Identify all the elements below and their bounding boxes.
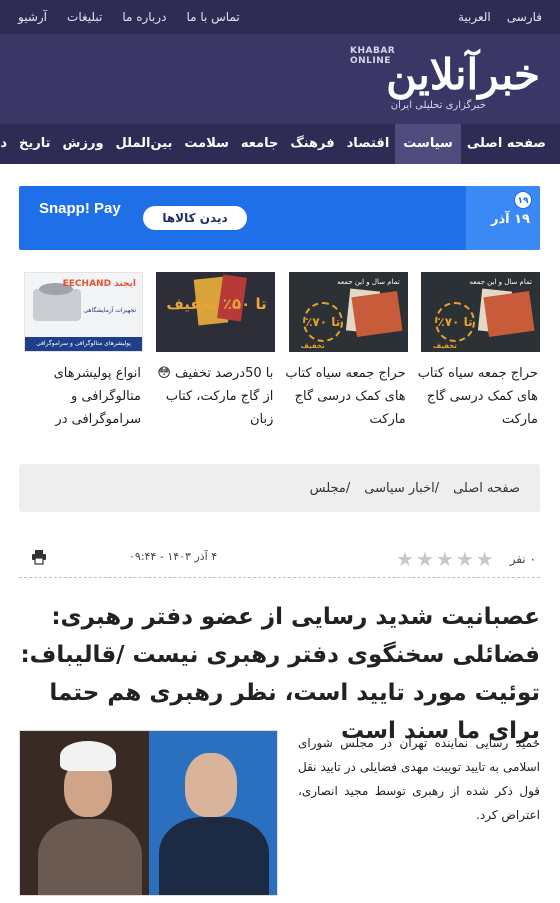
figure-head [184,753,237,817]
book-cover [351,290,403,338]
ad-thumbnail: تمام سال و این جمعه تا ۷۰٪ تخفیف [288,272,408,352]
ad-banner-snapppay[interactable]: ۱۹ ۱۹ آذر دیدن کالاها Snapp! Pay [19,186,540,250]
nav-politics[interactable]: سیاست [395,124,461,164]
top-links: تماس با ما درباره ما تبلیغات آرشیو [18,10,240,24]
ad-card[interactable]: تمام سال و این جمعه تا ۷۰٪ تخفیف حراج جم… [284,272,408,431]
banner-date-box: ۱۹ ۱۹ آذر [466,186,540,250]
nav-sport[interactable]: ورزش [57,124,110,164]
banner-cta-button[interactable]: دیدن کالاها [143,206,247,230]
breadcrumb-home[interactable]: صفحه اصلی [453,481,520,496]
article-lead: حمید رسایی نماینده تهران در مجلس شورای ا… [298,736,540,822]
nav-international[interactable]: بین‌الملل [110,124,179,164]
nav-economy[interactable]: اقتصاد [341,124,396,164]
lang-farsi-link[interactable]: فارسی [507,10,542,24]
ad-thumbnail: ایجند EECHAND تجهیزات آزمایشگاهی پولیشره… [24,272,144,352]
article-headline: عصبانیت شدید رسایی از عضو دفتر رهبری: فض… [20,604,540,744]
figure-body [38,819,142,895]
nav-culture[interactable]: فرهنگ [284,124,340,164]
breadcrumb: صفحه اصلی /اخبار سیاسی /مجلس [19,464,540,512]
ad-thumb-subtitle: تجهیزات آزمایشگاهی [83,307,137,314]
nav-home[interactable]: صفحه اصلی [461,124,552,164]
language-switcher: فارسی العربية [458,10,542,24]
lang-arabic-link[interactable]: العربية [458,10,491,24]
discount-label: تخفیف [300,342,325,350]
nav-society[interactable]: جامعه [235,124,285,164]
article-meta: ۰ نفر ★★★★★ ۴ آذر ۱۴۰۳ - ۰۹:۴۴ [19,540,540,578]
discount-stamp: تا ۷۰٪ [435,302,475,342]
discount-stamp: تا ۵۰٪ تخفیف [166,295,267,313]
sponsored-ads-row: تمام سال و این جمعه تا ۷۰٪ تخفیف حراج جم… [19,272,540,431]
ad-thumb-bar: پولیشرهای متالوگرافی و سراموگرافی [25,337,143,351]
rating-stars[interactable]: ★★★★★ [396,547,496,571]
publish-date: ۴ آذر ۱۴۰۳ - ۰۹:۴۴ [129,550,218,563]
ad-card[interactable]: ایجند EECHAND تجهیزات آزمایشگاهی پولیشره… [19,272,144,431]
figure-body [158,817,269,895]
banner-date-badge: ۱۹ [514,191,532,209]
contact-link[interactable]: تماس با ما [186,10,239,24]
ad-thumb-brand: ایجند EECHAND [62,279,137,289]
ad-title[interactable]: با 50درصد تخفیف 😳 از گاج مارکت، کتاب زبا… [151,362,275,431]
discount-label: تخفیف [433,342,457,350]
article-lead-image[interactable] [19,730,278,896]
nav-history[interactable]: تاریخ [13,124,57,164]
ad-thumbnail: تا ۵۰٪ تخفیف [156,272,276,352]
ad-card[interactable]: تمام سال و این جمعه تا ۷۰٪ تخفیف حراج جم… [416,272,540,431]
site-logo[interactable]: KHABAR ONLINE خبرآنلاین خبرگزاری تحلیلی … [350,42,542,118]
snapppay-logo: Snapp! Pay [39,200,121,217]
site-header: KHABAR ONLINE خبرآنلاین خبرگزاری تحلیلی … [0,34,560,124]
logo-persian: خبرآنلاین [386,50,542,99]
ad-title[interactable]: حراج جمعه سیاه کتاب های کمک درسی گاج مار… [416,362,540,431]
banner-date-text: ۱۹ آذر [490,212,530,227]
discount-stamp: تا ۷۰٪ [302,302,343,342]
book-cover [483,290,535,338]
ad-title[interactable]: انواع پولیشرهای متالوگرافی و سراموگرافی … [19,362,143,431]
breadcrumb-parliament[interactable]: /مجلس [310,481,351,496]
photo-right [20,731,149,895]
print-icon[interactable] [31,549,47,565]
ad-card[interactable]: تا ۵۰٪ تخفیف با 50درصد تخفیف 😳 از گاج ما… [151,272,276,431]
main-nav: صفحه اصلی سیاست اقتصاد فرهنگ جامعه سلامت… [0,124,560,164]
figure-turban [60,741,116,771]
top-bar: فارسی العربية تماس با ما درباره ما تبلیغ… [0,0,560,34]
ad-thumb-top-text: تمام سال و این جمعه [337,278,400,286]
ad-title[interactable]: حراج جمعه سیاه کتاب های کمک درسی گاج مار… [284,362,408,431]
archive-link[interactable]: آرشیو [18,10,47,24]
ad-thumb-top-text: تمام سال و این جمعه [469,278,532,286]
nav-health[interactable]: سلامت [178,124,234,164]
logo-tagline: خبرگزاری تحلیلی ایران [390,100,486,111]
ads-link[interactable]: تبلیغات [67,10,102,24]
breadcrumb-politics-news[interactable]: /اخبار سیاسی [364,481,439,496]
ad-thumbnail: تمام سال و این جمعه تا ۷۰٪ تخفیف [421,272,540,352]
about-link[interactable]: درباره ما [122,10,166,24]
rating-count: ۰ نفر [509,551,536,566]
nav-science[interactable]: دانش [0,124,13,164]
photo-left [148,731,277,895]
